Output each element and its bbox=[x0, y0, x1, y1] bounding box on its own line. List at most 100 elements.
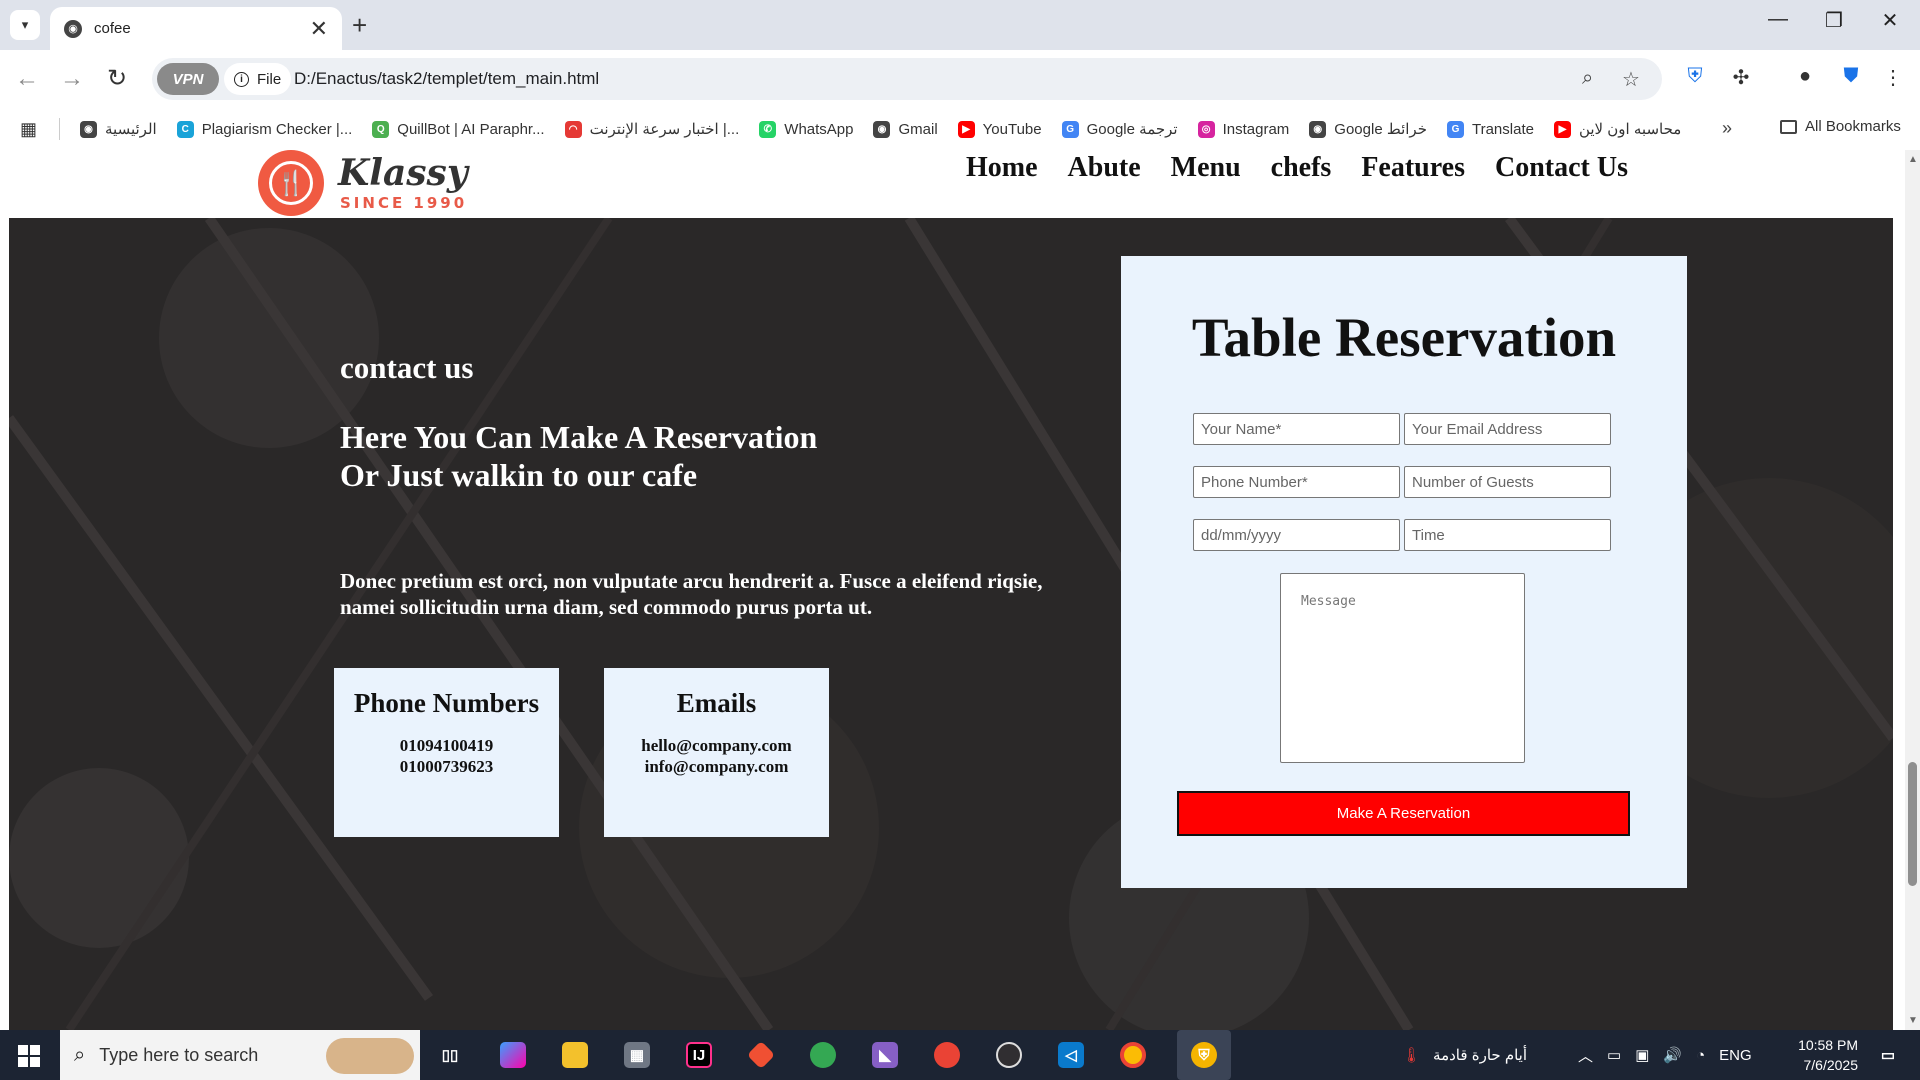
vpn-badge[interactable]: VPN bbox=[157, 63, 219, 95]
nav-contact-us[interactable]: Contact Us bbox=[1495, 152, 1628, 184]
email-input[interactable] bbox=[1404, 413, 1611, 445]
chrome-icon[interactable] bbox=[1115, 1038, 1151, 1072]
bookmark-item[interactable]: ◉ الرئيسية bbox=[80, 120, 157, 138]
thermometer-icon: 🌡 bbox=[1402, 1047, 1422, 1064]
chrome-profile-icon[interactable] bbox=[805, 1038, 841, 1072]
date-input[interactable] bbox=[1193, 519, 1400, 551]
message-textarea[interactable] bbox=[1280, 573, 1525, 763]
phone-input[interactable] bbox=[1193, 466, 1400, 498]
bookmark-item[interactable]: G Translate bbox=[1446, 120, 1534, 138]
bookmark-item[interactable]: ▶ محاسبه اون لاين bbox=[1553, 120, 1681, 138]
phone-number: 01094100419 bbox=[399, 736, 494, 755]
url-text[interactable]: D:/Enactus/task2/templet/tem_main.html bbox=[294, 69, 599, 89]
volume-icon[interactable]: 🔊 bbox=[1663, 1046, 1682, 1064]
forward-button[interactable]: → bbox=[55, 64, 89, 94]
language-indicator[interactable]: ENG bbox=[1719, 1047, 1752, 1064]
more-bookmarks-icon[interactable]: » bbox=[1722, 118, 1732, 139]
bookmark-item[interactable]: Q QuillBot | AI Paraphr... bbox=[372, 120, 545, 138]
browser-tab[interactable]: ◉ cofee ✕ bbox=[50, 7, 342, 50]
vpn-app-icon[interactable]: ⛨ bbox=[1177, 1030, 1231, 1080]
phone-card-title: Phone Numbers bbox=[353, 688, 540, 718]
visual-studio-icon[interactable]: ◣ bbox=[867, 1038, 903, 1072]
nav-menu[interactable]: Menu bbox=[1171, 152, 1241, 184]
chrome-dev-icon[interactable] bbox=[929, 1038, 965, 1072]
battery-icon[interactable]: ▭ bbox=[1607, 1046, 1621, 1064]
guests-input[interactable] bbox=[1404, 466, 1611, 498]
bookmark-item[interactable]: ▶ YouTube bbox=[957, 120, 1042, 138]
apps-grid-icon[interactable]: ▦ bbox=[20, 119, 37, 140]
zoom-icon[interactable]: ⌕ bbox=[1582, 67, 1593, 90]
profile-icon[interactable]: ● bbox=[1790, 65, 1820, 88]
bookmark-star-icon[interactable]: ☆ bbox=[1622, 67, 1640, 92]
browser-tab-bar: ▾ ◉ cofee ✕ + — ❐ ✕ bbox=[0, 0, 1920, 50]
tab-search-button[interactable]: ▾ bbox=[10, 10, 40, 40]
logo-icon[interactable]: 🍴 bbox=[258, 150, 324, 216]
nav-about[interactable]: Abute bbox=[1068, 152, 1141, 184]
bookmark-item[interactable]: ◉ Gmail bbox=[873, 120, 938, 138]
git-icon[interactable] bbox=[743, 1038, 779, 1072]
notifications-icon[interactable]: ▭ bbox=[1870, 1038, 1906, 1072]
all-bookmarks-label: All Bookmarks bbox=[1805, 118, 1901, 135]
chrome-menu-icon[interactable]: ⋮ bbox=[1878, 65, 1908, 90]
file-explorer-icon[interactable] bbox=[557, 1038, 593, 1072]
make-reservation-button[interactable]: Make A Reservation bbox=[1177, 791, 1630, 836]
windows-start-icon[interactable] bbox=[18, 1045, 40, 1067]
search-icon: ⌕ bbox=[74, 1043, 86, 1066]
reservation-section: contact us Here You Can Make A Reservati… bbox=[9, 218, 1893, 1030]
time-input[interactable] bbox=[1404, 519, 1611, 551]
scroll-up-arrow-icon[interactable]: ▲ bbox=[1908, 154, 1918, 165]
copilot-icon[interactable] bbox=[495, 1038, 531, 1072]
bookmark-favicon-icon: ◉ bbox=[873, 120, 891, 138]
wifi-icon[interactable]: ◔ bbox=[1696, 1047, 1705, 1064]
minimize-button[interactable]: — bbox=[1758, 8, 1798, 31]
phone-number: 01000739623 bbox=[399, 757, 494, 776]
task-view-icon[interactable]: ▯▯ bbox=[432, 1038, 468, 1072]
bookmark-item[interactable]: ◎ Instagram bbox=[1197, 120, 1289, 138]
page-scrollbar[interactable]: ▲ ▼ bbox=[1905, 150, 1920, 1030]
bookmark-favicon-icon: ◉ bbox=[1309, 120, 1327, 138]
extensions-puzzle-icon[interactable]: ✣ bbox=[1726, 65, 1756, 90]
taskbar-search[interactable]: ⌕ Type here to search bbox=[60, 1030, 420, 1080]
scroll-down-arrow-icon[interactable]: ▼ bbox=[1908, 1015, 1918, 1026]
calculator-icon[interactable]: ▦ bbox=[619, 1038, 655, 1072]
scroll-thumb[interactable] bbox=[1908, 762, 1917, 886]
close-tab-icon[interactable]: ✕ bbox=[310, 16, 328, 42]
taskbar-clock[interactable]: 10:58 PM 7/6/2025 bbox=[1768, 1035, 1858, 1075]
restore-button[interactable]: ❐ bbox=[1814, 8, 1854, 33]
obs-icon[interactable] bbox=[991, 1038, 1027, 1072]
bookmark-item[interactable]: ✆ WhatsApp bbox=[759, 120, 853, 138]
address-bar[interactable]: VPN i File D:/Enactus/task2/templet/tem_… bbox=[152, 58, 1662, 100]
bookmark-item[interactable]: ◉ Google خرائط bbox=[1309, 120, 1427, 138]
bookmark-item[interactable]: ◠ اختبار سرعة الإنترنت |... bbox=[564, 120, 739, 138]
site-info-chip[interactable]: i File bbox=[224, 63, 292, 95]
bookmark-favicon-icon: C bbox=[176, 120, 194, 138]
new-tab-button[interactable]: + bbox=[352, 10, 367, 40]
close-window-button[interactable]: ✕ bbox=[1870, 8, 1910, 33]
windows-taskbar: ⌕ Type here to search ▯▯ ▦ IJ ◣ ◁ ⛨ 🌡 أي… bbox=[0, 1030, 1920, 1080]
folder-icon bbox=[1780, 119, 1797, 134]
contact-heading-line2: Or Just walkin to our cafe bbox=[340, 457, 698, 493]
contact-description: Donec pretium est orci, non vulputate ar… bbox=[340, 569, 1043, 619]
bookmark-item[interactable]: G Google ترجمة bbox=[1061, 120, 1178, 138]
meet-icon[interactable]: ▣ bbox=[1635, 1046, 1649, 1064]
security-shield-icon[interactable]: ⛊ bbox=[1836, 65, 1866, 88]
nav-features[interactable]: Features bbox=[1361, 152, 1465, 184]
browser-toolbar: ← → ↻ VPN i File D:/Enactus/task2/temple… bbox=[0, 50, 1920, 108]
page-viewport: 🍴 Klassy SINCE 1990 Home Abute Menu chef… bbox=[0, 150, 1920, 1030]
vscode-icon[interactable]: ◁ bbox=[1053, 1038, 1089, 1072]
bookmark-item[interactable]: C Plagiarism Checker |... bbox=[176, 120, 352, 138]
file-label: File bbox=[257, 70, 282, 88]
intellij-icon[interactable]: IJ bbox=[681, 1038, 717, 1072]
nav-chefs[interactable]: chefs bbox=[1271, 152, 1332, 184]
bookmark-label: QuillBot | AI Paraphr... bbox=[397, 120, 545, 138]
all-bookmarks-button[interactable]: All Bookmarks bbox=[1780, 118, 1901, 135]
chevron-up-icon[interactable]: ︿ bbox=[1578, 1045, 1593, 1066]
reload-button[interactable]: ↻ bbox=[100, 64, 134, 94]
name-input[interactable] bbox=[1193, 413, 1400, 445]
back-button[interactable]: ← bbox=[10, 64, 44, 94]
weather-widget[interactable]: 🌡 أيام حارة قادمة bbox=[1402, 1030, 1527, 1080]
logo-tagline: SINCE 1990 bbox=[340, 194, 468, 212]
logo-name: Klassy bbox=[338, 152, 468, 194]
shield-extension-icon[interactable]: ⛨ bbox=[1680, 65, 1710, 88]
nav-home[interactable]: Home bbox=[966, 152, 1038, 184]
